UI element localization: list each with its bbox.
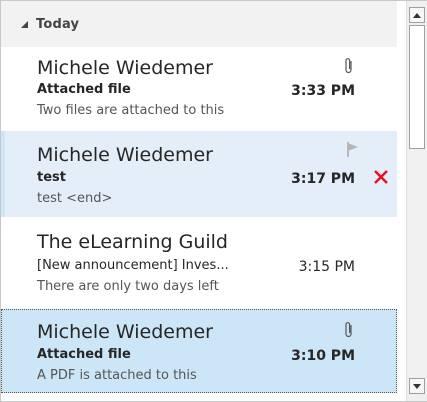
message-sender: Michele Wiedemer [37,321,213,343]
message-preview: Two files are attached to this [37,103,225,118]
paperclip-icon [345,58,352,74]
message-sender: Michele Wiedemer [37,144,213,166]
arrow-up-icon [413,12,421,18]
message-item[interactable]: Michele Wiedemer Attached file Two files… [1,47,397,131]
scroll-up-button[interactable] [409,7,425,23]
message-subject: Attached file [37,347,131,362]
message-preview: There are only two days left [37,279,219,294]
scroll-down-button[interactable] [409,378,425,394]
message-item[interactable]: The eLearning Guild [New announcement] I… [1,217,397,303]
message-item[interactable]: Michele Wiedemer Attached file A PDF is … [1,309,397,393]
message-preview: A PDF is attached to this [37,368,197,383]
paperclip-icon [345,322,352,338]
arrow-down-icon [413,383,421,389]
message-time: 3:10 PM [291,348,355,364]
message-time: 3:33 PM [291,83,355,99]
message-preview: test <end> [37,191,113,206]
message-sender: Michele Wiedemer [37,57,213,79]
message-list: Today Michele Wiedemer Attached file Two… [1,1,397,401]
item-accent-bar [1,131,5,217]
vertical-scrollbar[interactable] [406,1,427,401]
collapse-triangle-icon[interactable] [21,21,28,28]
delete-icon[interactable] [372,168,390,186]
message-time: 3:15 PM [298,259,355,275]
message-subject: Attached file [37,82,131,97]
flag-icon[interactable] [345,140,361,158]
group-label: Today [36,16,80,32]
group-header-today[interactable]: Today [1,1,397,47]
scrollbar-thumb[interactable] [409,25,425,149]
message-item[interactable]: Michele Wiedemer test test <end> 3:17 PM [1,131,397,217]
message-sender: The eLearning Guild [37,231,228,253]
message-subject: [New announcement] Inves... [37,258,229,273]
message-subject: test [37,170,66,185]
message-time: 3:17 PM [291,171,355,187]
